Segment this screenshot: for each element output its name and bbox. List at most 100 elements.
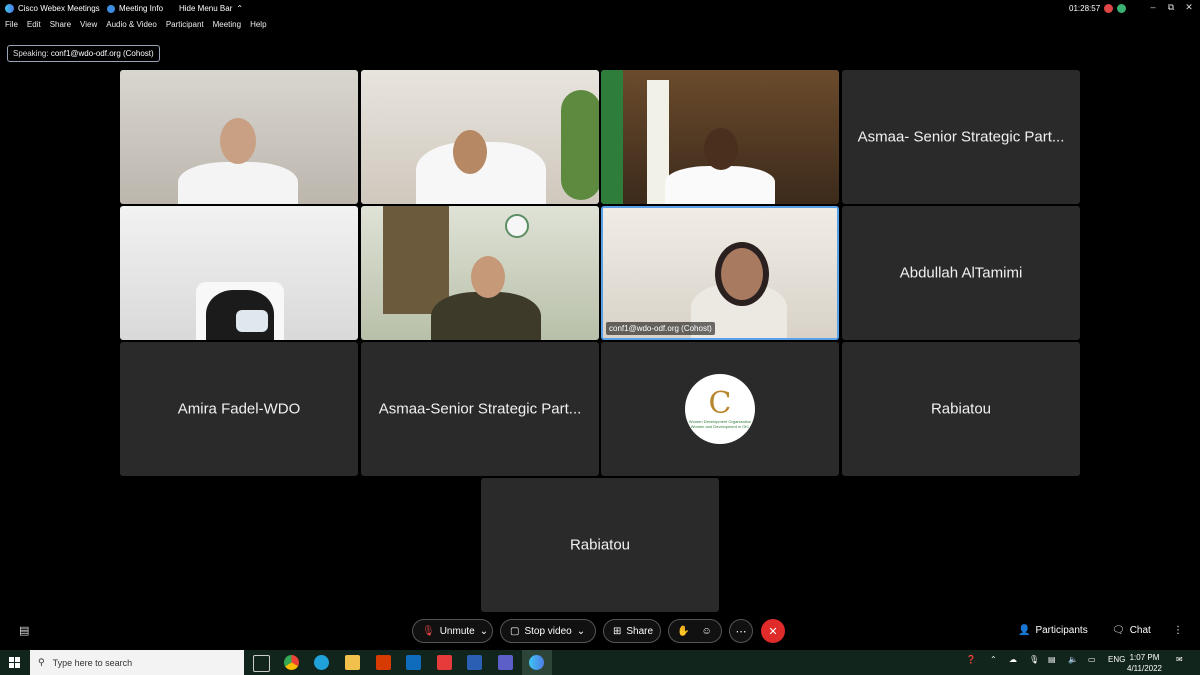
participant-head <box>220 118 256 164</box>
video-tile-8[interactable]: Abdullah AlTamimi <box>842 206 1080 340</box>
video-tile-5[interactable] <box>120 206 358 340</box>
raise-hand-icon[interactable]: ✋ <box>677 626 689 637</box>
end-call-button[interactable]: ✕ <box>761 619 785 643</box>
language-indicator[interactable]: ENG <box>1108 655 1125 664</box>
microphone-tray-icon[interactable]: 🎙 <box>1029 655 1039 664</box>
teams-icon[interactable] <box>498 655 513 670</box>
emoji-reactions-icon[interactable]: ☺ <box>701 626 711 637</box>
menu-meeting[interactable]: Meeting <box>213 20 241 34</box>
outlook-icon[interactable] <box>406 655 421 670</box>
recording-icon <box>1104 4 1114 13</box>
participants-button[interactable]: 👤 Participants <box>1018 625 1088 636</box>
close-x-icon: ✕ <box>768 625 778 638</box>
video-tile-1[interactable] <box>120 70 358 204</box>
unmute-label: Unmute <box>439 625 475 637</box>
stop-video-button[interactable]: ▢ Stop video ⌄ <box>500 619 596 643</box>
info-icon <box>107 4 115 13</box>
participant-body <box>178 162 298 204</box>
video-tile-11[interactable]: C Women Development Organization Women a… <box>601 342 839 476</box>
title-bar: Cisco Webex Meetings Meeting Info Hide M… <box>0 0 1200 18</box>
chat-button[interactable]: 🗨 Chat <box>1112 625 1151 636</box>
media-app-icon[interactable] <box>437 655 452 670</box>
organization-logo-avatar: C Women Development Organization Women a… <box>685 374 755 444</box>
windows-start-icon[interactable] <box>9 657 20 668</box>
chat-bubble-icon: 🗨 <box>1112 625 1125 636</box>
unmute-button[interactable]: 🎙 Unmute ⌄ <box>412 619 493 643</box>
notifications-icon[interactable]: ✉ <box>1176 655 1183 664</box>
clock-date: 4/11/2022 <box>1127 664 1162 673</box>
menu-file[interactable]: File <box>5 20 18 34</box>
video-tile-2[interactable] <box>361 70 599 204</box>
webex-logo-icon <box>5 4 14 13</box>
speaking-name: conf1@wdo-odf.org (Cohost) <box>50 49 154 58</box>
system-clock[interactable]: 1:07 PM 4/11/2022 <box>1127 652 1162 674</box>
video-tile-3[interactable] <box>601 70 839 204</box>
menu-audio-video[interactable]: Audio & Video <box>106 20 157 34</box>
chevron-up-tray-icon[interactable]: ⌃ <box>990 655 997 664</box>
menu-bar: File Edit Share View Audio & Video Parti… <box>0 20 267 34</box>
video-tile-10[interactable]: Asmaa-Senior Strategic Part... <box>361 342 599 476</box>
webex-taskbar-button[interactable] <box>522 650 552 675</box>
video-tile-7-active-speaker[interactable]: conf1@wdo-odf.org (Cohost) <box>601 206 839 340</box>
hide-menu-bar-button[interactable]: Hide Menu Bar ⌃ <box>179 4 243 13</box>
file-explorer-icon[interactable] <box>345 655 360 670</box>
chevron-down-icon[interactable]: ⌄ <box>480 626 488 637</box>
meeting-timer: 01:28:57 <box>1069 4 1127 13</box>
menu-view[interactable]: View <box>80 20 97 34</box>
meeting-controls-bar: ▤ 🎙 Unmute ⌄ ▢ Stop video ⌄ ⊞ Share ✋ ☺ … <box>0 612 1200 650</box>
taskbar-search-box[interactable]: ⚲ Type here to search <box>30 650 244 675</box>
meeting-info-button[interactable]: Meeting Info <box>107 4 163 13</box>
word-icon[interactable] <box>467 655 482 670</box>
video-tile-4[interactable]: Asmaa- Senior Strategic Part... <box>842 70 1080 204</box>
network-icon[interactable]: ▤ <box>1048 655 1056 664</box>
stop-video-label: Stop video <box>524 625 572 637</box>
participant-head <box>704 128 738 170</box>
video-tile-9[interactable]: Amira Fadel-WDO <box>120 342 358 476</box>
participant-body <box>431 292 541 340</box>
crescent-logo-icon: C <box>708 386 732 421</box>
captions-icon[interactable]: ▤ <box>19 624 29 637</box>
flag-green <box>601 70 623 204</box>
volume-icon[interactable]: 🔈 <box>1068 655 1078 664</box>
share-button[interactable]: ⊞ Share <box>603 619 661 643</box>
video-tile-13[interactable]: Rabiatou <box>481 478 719 612</box>
app-name: Cisco Webex Meetings <box>18 4 100 13</box>
menu-help[interactable]: Help <box>250 20 266 34</box>
video-tile-12[interactable]: Rabiatou <box>842 342 1080 476</box>
menu-participant[interactable]: Participant <box>166 20 204 34</box>
office-icon[interactable] <box>376 655 391 670</box>
participant-head <box>471 256 505 298</box>
minimize-icon[interactable]: – <box>1144 2 1162 16</box>
menu-edit[interactable]: Edit <box>27 20 41 34</box>
speaking-label: Speaking: <box>13 49 49 58</box>
participants-icon: 👤 <box>1018 625 1031 636</box>
restore-icon[interactable]: ⧉ <box>1162 2 1180 16</box>
chevron-down-icon[interactable]: ⌄ <box>577 626 585 637</box>
more-options-button[interactable]: ⋯ <box>729 619 753 643</box>
search-icon: ⚲ <box>38 657 45 667</box>
windows-taskbar: ⚲ Type here to search ❓ ⌃ ☁ 🎙 ▤ 🔈 ▭ ENG … <box>0 650 1200 675</box>
task-view-icon[interactable] <box>253 655 270 672</box>
participant-label: conf1@wdo-odf.org (Cohost) <box>606 322 715 335</box>
battery-icon[interactable]: ▭ <box>1088 655 1096 664</box>
mic-muted-icon: 🎙 <box>422 625 435 637</box>
logo-line-2: Women and Development in OIC <box>690 424 750 429</box>
edge-icon[interactable] <box>314 655 329 670</box>
participant-head <box>453 130 487 174</box>
search-placeholder: Type here to search <box>52 657 133 668</box>
video-camera-icon: ▢ <box>510 625 520 637</box>
close-icon[interactable]: ✕ <box>1180 2 1198 16</box>
chevron-up-icon: ⌃ <box>236 4 244 13</box>
more-dots-icon: ⋯ <box>735 625 747 638</box>
wall-clock <box>505 214 529 238</box>
menu-share[interactable]: Share <box>50 20 71 34</box>
cloud-icon[interactable]: ☁ <box>1009 655 1017 664</box>
bookshelf <box>383 206 449 314</box>
share-label: Share <box>626 625 654 637</box>
video-tile-6[interactable] <box>361 206 599 340</box>
help-tray-icon[interactable]: ❓ <box>966 655 976 664</box>
chat-label: Chat <box>1129 625 1151 636</box>
participant-name: Asmaa-Senior Strategic Part... <box>378 400 582 418</box>
chrome-icon[interactable] <box>284 655 299 670</box>
more-panels-icon[interactable]: ⋮ <box>1173 625 1183 636</box>
